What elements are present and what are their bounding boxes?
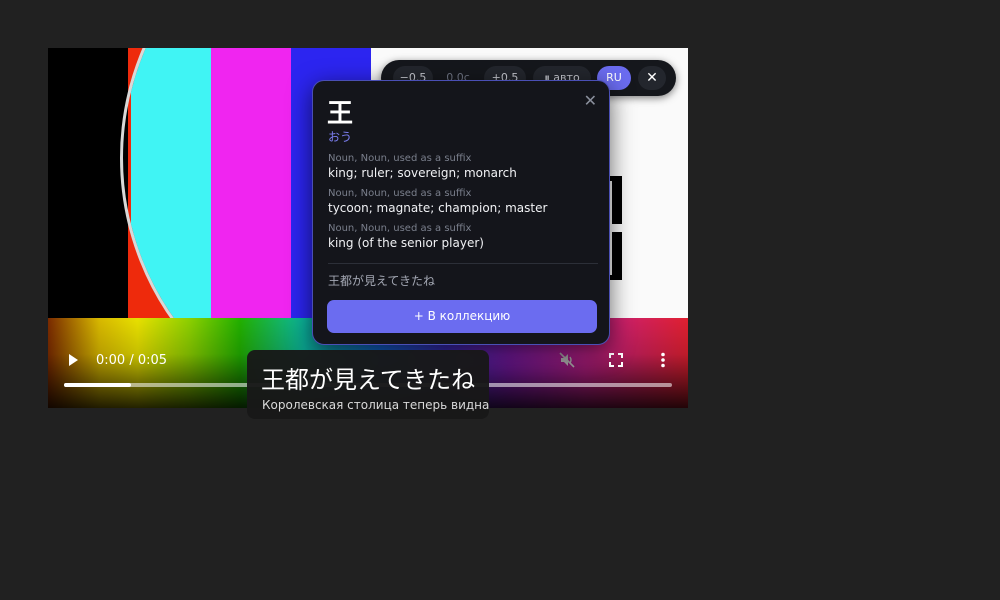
divider: [328, 263, 598, 264]
reading: おう: [328, 130, 353, 144]
sense-item: Noun, Noun, used as a suffix king; ruler…: [328, 153, 598, 180]
subtitle-translation: Королевская столица теперь видна: [262, 398, 490, 412]
gloss: king (of the senior player): [328, 236, 484, 250]
subtitle-box: 王都が見えてきたね Королевская столица теперь вид…: [247, 350, 489, 419]
test-bar: [48, 48, 128, 318]
gloss: king; ruler; sovereign; monarch: [328, 166, 517, 180]
add-to-collection-button[interactable]: + В коллекцию: [327, 300, 597, 333]
close-icon[interactable]: ✕: [584, 91, 597, 110]
dictionary-popup: ✕ 王 おう Noun, Noun, used as a suffix king…: [312, 80, 610, 345]
volume-muted-icon[interactable]: [559, 352, 575, 371]
fullscreen-icon[interactable]: [609, 353, 623, 370]
part-of-speech: Noun, Noun, used as a suffix: [328, 223, 472, 234]
progress-fill: [64, 383, 131, 387]
part-of-speech: Noun, Noun, used as a suffix: [328, 188, 472, 199]
play-icon[interactable]: [66, 353, 80, 370]
subtitle-japanese[interactable]: 王都が見えてきたね: [261, 360, 475, 395]
sense-item: Noun, Noun, used as a suffix tycoon; mag…: [328, 188, 598, 215]
gloss: tycoon; magnate; champion; master: [328, 201, 548, 215]
context-sentence: 王都が見えてきたね: [328, 274, 436, 288]
part-of-speech: Noun, Noun, used as a suffix: [328, 153, 472, 164]
time-display: 0:00 / 0:05: [96, 353, 168, 368]
close-toolbar-button[interactable]: ✕: [638, 66, 666, 90]
sense-item: Noun, Noun, used as a suffix king (of th…: [328, 223, 598, 250]
headword: 王: [327, 99, 354, 129]
more-vertical-icon[interactable]: [660, 352, 666, 371]
